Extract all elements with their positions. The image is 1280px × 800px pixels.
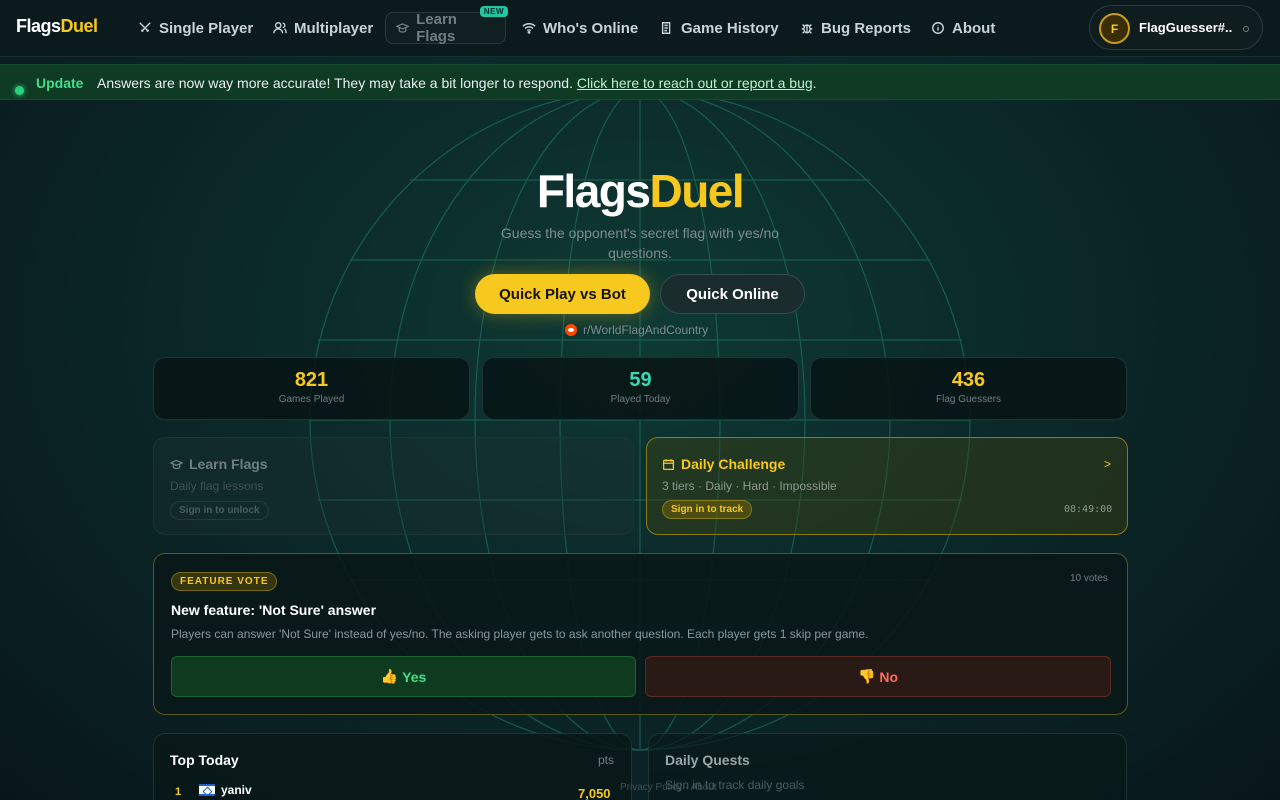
top-today-title: Top Today (170, 752, 239, 768)
reddit-icon (565, 324, 577, 336)
hero-title-part1: Flags (536, 165, 651, 217)
daily-challenge-card[interactable]: Daily Challenge > 3 tiers · Daily · Hard… (646, 437, 1128, 535)
vote-title: New feature: 'Not Sure' answer (171, 602, 377, 618)
top-nav: FlagsDuel Single Player Multiplayer Lear… (0, 0, 1280, 57)
stat-played-today: 59 Played Today (482, 357, 799, 420)
stat-flag-guessers: 436 Flag Guessers (810, 357, 1127, 420)
users-icon (273, 22, 287, 34)
wifi-icon (522, 23, 536, 34)
nav-bug-reports[interactable]: Bug Reports (790, 12, 921, 44)
update-banner: Update Answers are now way more accurate… (0, 64, 1280, 100)
swords-icon (139, 22, 151, 32)
nav-bug-reports-label: Bug Reports (821, 19, 911, 37)
brand-part2: Duel (60, 16, 99, 36)
banner-tag: Update (36, 75, 84, 91)
nav-learn-flags[interactable]: Learn Flags NEW (385, 6, 508, 45)
leaderboard-rank: 1 (175, 786, 182, 798)
nav-multiplayer-label: Multiplayer (294, 19, 374, 37)
banner-message: Answers are now way more accurate! They … (97, 75, 817, 91)
sign-in-to-unlock-button[interactable]: Sign in to unlock (170, 501, 269, 520)
nav-about-label: About (952, 19, 996, 37)
footer-links[interactable]: Privacy Policy · About (620, 782, 717, 793)
user-menu[interactable]: F FlagGuesser#... (1089, 5, 1263, 50)
leaderboard-player-name[interactable]: yaniv (221, 783, 252, 797)
daily-challenge-title: Daily Challenge (662, 456, 785, 472)
stat-value: 59 (629, 369, 652, 391)
nav-multiplayer[interactable]: Multiplayer (263, 12, 383, 44)
daily-challenge-desc: 3 tiers · Daily · Hard · Impossible (662, 479, 837, 493)
username: FlagGuesser#... (1139, 20, 1233, 35)
nav-about[interactable]: About (921, 12, 1005, 44)
nav-single-player-label: Single Player (159, 19, 254, 37)
info-icon (932, 22, 944, 34)
thumbs-down-icon: 👎 (857, 668, 876, 684)
vote-no-label: No (879, 668, 899, 685)
banner-text: Answers are now way more accurate! They … (97, 75, 577, 91)
quick-online-button[interactable]: Quick Online (660, 274, 805, 314)
quick-play-bot-button[interactable]: Quick Play vs Bot (475, 274, 650, 314)
top-today-card: Top Today pts 1 yaniv 7,050 (153, 733, 632, 800)
nav-game-history-label: Game History (681, 19, 779, 37)
vote-count: 10 votes (1070, 573, 1108, 584)
status-dot-icon (1243, 26, 1249, 32)
stat-value: 436 (951, 369, 986, 391)
brand-part1: Flags (16, 16, 61, 36)
vote-yes-button[interactable]: 👍 Yes (171, 656, 636, 697)
new-badge: NEW (479, 6, 508, 17)
reddit-link[interactable]: r/WorldFlagAndCountry (565, 323, 708, 337)
vote-description: Players can answer 'Not Sure' instead of… (171, 627, 869, 641)
report-bug-link[interactable]: Click here to reach out or report a bug (577, 75, 813, 91)
israel-flag-icon (199, 784, 215, 796)
learn-flags-desc: Daily flag lessons (170, 479, 264, 493)
nav-whos-online-label: Who's Online (543, 19, 639, 37)
hero-title-part2: Duel (649, 165, 744, 217)
banner-suffix: . (812, 75, 817, 91)
brand-logo[interactable]: FlagsDuel (16, 16, 98, 37)
live-dot-icon (15, 86, 24, 95)
daily-quests-card: Daily Quests Sign in to track daily goal… (648, 733, 1127, 800)
stat-label: Played Today (610, 394, 671, 405)
vote-no-button[interactable]: 👎 No (645, 656, 1111, 697)
nav-whos-online[interactable]: Who's Online (512, 12, 648, 44)
graduation-cap-icon (170, 459, 183, 469)
thumbs-up-icon: 👍 (380, 668, 399, 684)
daily-quests-title: Daily Quests (665, 752, 750, 768)
nav-single-player[interactable]: Single Player (128, 12, 263, 44)
stat-value: 821 (294, 369, 329, 391)
learn-flags-card[interactable]: Learn Flags Daily flag lessons Sign in t… (153, 437, 634, 535)
calendar-icon (662, 458, 675, 470)
avatar: F (1099, 13, 1130, 44)
nav-game-history[interactable]: Game History (650, 12, 789, 44)
bug-icon (801, 24, 813, 34)
stat-label: Flag Guessers (935, 394, 1002, 405)
stat-label: Games Played (278, 394, 345, 405)
learn-flags-title-text: Learn Flags (189, 456, 268, 472)
stat-games-played: 821 Games Played (153, 357, 470, 420)
hero-subtitle: Guess the opponent's secret flag with ye… (500, 225, 780, 261)
reddit-label: r/WorldFlagAndCountry (583, 323, 709, 337)
sign-in-to-track-button[interactable]: Sign in to track (662, 500, 753, 519)
vote-yes-label: Yes (402, 668, 427, 685)
hero-title: FlagsDuel (0, 164, 1280, 218)
graduation-cap-icon (396, 23, 410, 33)
leaderboard-score: 7,050 (578, 786, 611, 800)
feature-vote-tag: FEATURE VOTE (171, 572, 278, 591)
feature-vote-card: FEATURE VOTE 10 votes New feature: 'Not … (153, 553, 1128, 715)
points-header: pts (598, 753, 615, 767)
scroll-icon (661, 22, 671, 34)
countdown-timer: 08:49:00 (1064, 504, 1113, 515)
chevron-right-icon: > (1104, 457, 1112, 471)
learn-flags-title: Learn Flags (170, 456, 268, 472)
daily-challenge-title-text: Daily Challenge (681, 456, 786, 472)
